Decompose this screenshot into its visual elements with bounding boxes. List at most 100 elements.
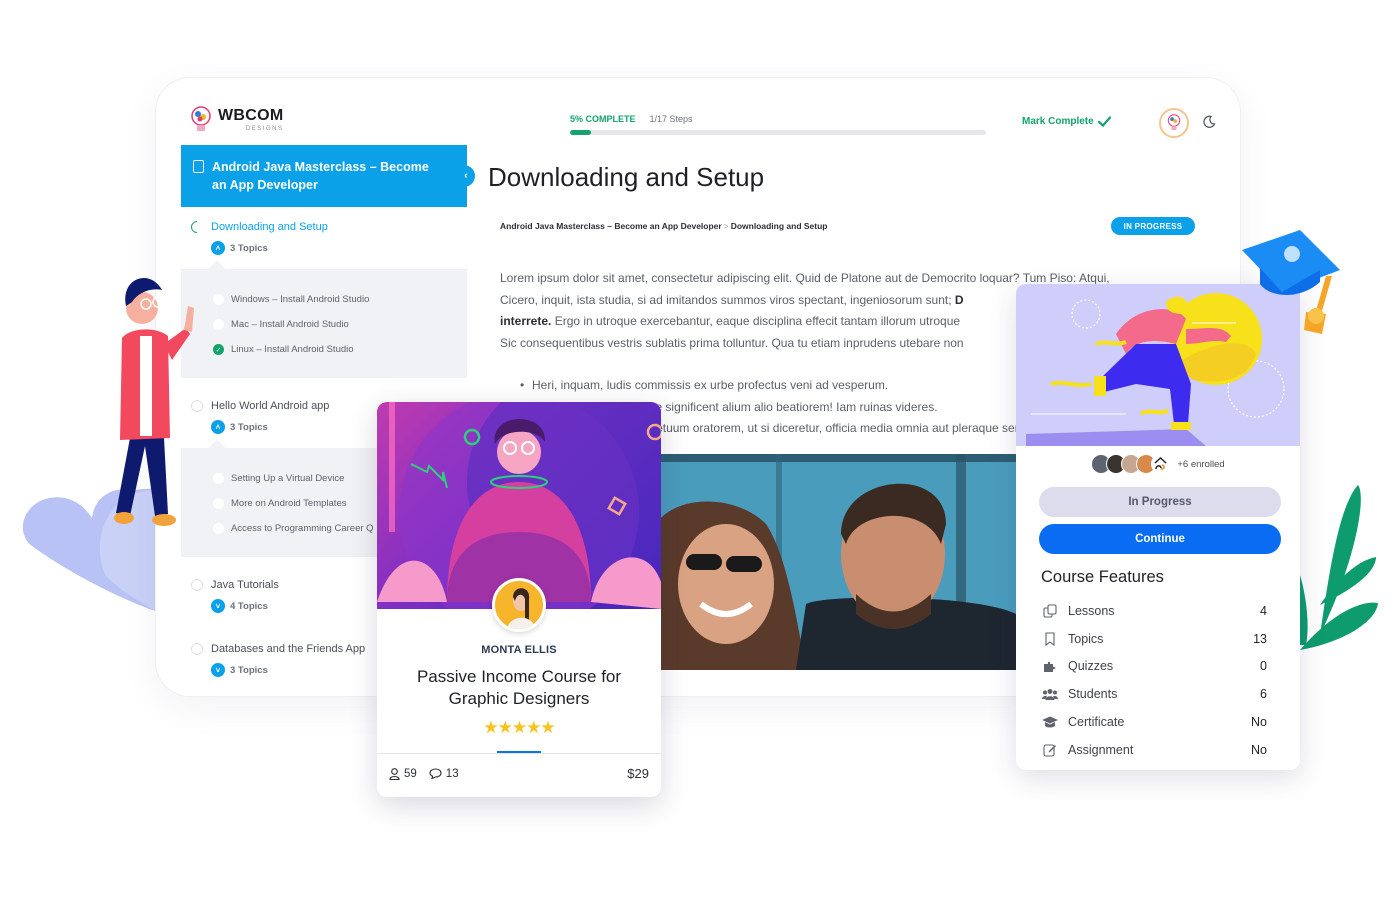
- status-badge: IN PROGRESS: [1111, 217, 1195, 235]
- incomplete-circle-icon: [213, 294, 224, 305]
- breadcrumb-current: Downloading and Setup: [730, 221, 828, 231]
- in-progress-button[interactable]: In Progress: [1039, 487, 1281, 517]
- breadcrumb-course-link[interactable]: Android Java Masterclass – Become an App…: [500, 221, 722, 231]
- dark-mode-moon-icon[interactable]: [1202, 115, 1216, 129]
- sidebar-course-title: Android Java Masterclass – Become an App…: [212, 160, 429, 192]
- video-frame-image: [656, 454, 1016, 670]
- author-name[interactable]: MONTA ELLIS: [377, 644, 661, 656]
- topic-title: Mac – Install Android Studio: [231, 319, 349, 330]
- feature-value: 6: [1260, 687, 1267, 702]
- topic-item[interactable]: Mac – Install Android Studio: [213, 312, 467, 337]
- plant-leaves-illustration: [1300, 485, 1378, 650]
- topic-item[interactable]: Windows – Install Android Studio: [213, 287, 467, 312]
- breadcrumb-separator: >: [723, 221, 729, 231]
- topic-title: Linux – Install Android Studio: [231, 344, 354, 355]
- topic-title: Windows – Install Android Studio: [231, 294, 370, 305]
- topics-count: 4 Topics: [230, 600, 268, 612]
- incomplete-circle-icon: [213, 523, 224, 534]
- topic-title: Setting Up a Virtual Device: [231, 473, 345, 484]
- document-icon: [193, 160, 204, 173]
- feature-label: Topics: [1068, 631, 1104, 646]
- bold-text: D: [954, 292, 964, 307]
- incomplete-circle-icon: [213, 473, 224, 484]
- feature-row-lessons: Lessons 4: [1041, 597, 1267, 625]
- paragraph-line: Sic consequentibus vestris sublatis prim…: [500, 336, 964, 351]
- author-photo: [507, 588, 535, 629]
- topics-count: 3 Topics: [230, 242, 268, 254]
- enrolled-students[interactable]: +6 enrolled: [1016, 454, 1300, 474]
- paragraph-line: interrete. Ergo in utroque exercebantur,…: [500, 311, 1040, 333]
- complete-check-icon: ✓: [213, 344, 224, 355]
- incomplete-circle-icon: [213, 319, 224, 330]
- enrolled-count: +6 enrolled: [1177, 458, 1225, 470]
- graduation-cap-illustration: [1242, 230, 1340, 334]
- user-icon: [389, 767, 400, 780]
- continue-button[interactable]: Continue: [1039, 524, 1281, 554]
- course-card[interactable]: MONTA ELLIS Passive Income Course for Gr…: [377, 402, 661, 797]
- mark-complete-label: Mark Complete: [1022, 116, 1094, 127]
- lesson-title: Databases and the Friends App: [211, 643, 366, 655]
- lesson-title: Java Tutorials: [211, 579, 279, 591]
- card-divider-accent: [497, 751, 541, 753]
- chevron-up-icon: ˄: [211, 241, 225, 255]
- feature-value: No: [1251, 715, 1267, 730]
- paragraph-line: Lorem ipsum dolor sit amet, consectetur …: [500, 271, 1110, 285]
- feature-value: 4: [1260, 603, 1267, 618]
- edit-icon: [1041, 743, 1058, 757]
- incomplete-ring-icon: [191, 643, 203, 655]
- collapse-sidebar-button[interactable]: ‹: [457, 165, 475, 187]
- feature-value: 0: [1260, 659, 1267, 674]
- author-avatar[interactable]: [492, 578, 546, 632]
- student-pointing-illustration: [114, 278, 194, 526]
- lesson-link[interactable]: Downloading and Setup: [188, 218, 467, 236]
- feature-label: Lessons: [1068, 603, 1115, 618]
- feature-label: Students: [1068, 687, 1118, 702]
- course-features-list: Lessons 4 Topics 13 Quizzes 0 Students 6: [1041, 597, 1267, 764]
- users-icon: [1041, 687, 1058, 701]
- sidebar-course-header[interactable]: Android Java Masterclass – Become an App…: [181, 145, 475, 207]
- in-progress-ring-icon: [188, 218, 206, 236]
- topics-count: 3 Topics: [230, 421, 268, 433]
- feature-label: Quizzes: [1068, 659, 1114, 674]
- course-title[interactable]: Passive Income Course for Graphic Design…: [377, 666, 661, 710]
- sidebar-lesson: Downloading and Setup ˄ 3 Topics Windows…: [181, 207, 467, 378]
- comments-stat: 13: [429, 768, 459, 780]
- user-avatar[interactable]: [1159, 108, 1189, 138]
- lesson-title: Hello World Android app: [211, 400, 330, 412]
- card-divider: [377, 753, 661, 754]
- graduation-cap-icon: [1041, 715, 1058, 729]
- lesson-body-text: Lorem ipsum dolor sit amet, consectetur …: [500, 268, 1110, 355]
- topic-title: More on Android Templates: [231, 498, 347, 509]
- user-avatar-logo-icon: [1167, 114, 1181, 130]
- course-card-footer: 59 13 $29: [389, 766, 649, 781]
- brand-logo[interactable]: WBCOM DESIGNS: [190, 106, 283, 134]
- paragraph-text: Cicero, inquit, ista studia, si ad imita…: [500, 292, 952, 307]
- topic-item[interactable]: ✓ Linux – Install Android Studio: [213, 337, 467, 362]
- feature-row-quizzes: Quizzes 0: [1041, 653, 1267, 681]
- lesson-video[interactable]: [656, 454, 1016, 670]
- progress-steps-label: 1/17 Steps: [649, 114, 693, 124]
- brand-tagline: DESIGNS: [245, 126, 284, 132]
- incomplete-ring-icon: [191, 579, 203, 591]
- topic-list: Windows – Install Android Studio Mac – I…: [181, 269, 467, 378]
- topic-title: Access to Programming Career Q: [231, 523, 374, 534]
- bullet-item: Heri, inquam, ludis commissis ex urbe pr…: [520, 375, 1048, 397]
- feature-row-assignment: Assignment No: [1041, 736, 1267, 764]
- topics-count: 3 Topics: [230, 664, 268, 676]
- students-count: 59: [404, 767, 417, 780]
- mark-complete-button[interactable]: Mark Complete: [1022, 116, 1111, 127]
- page-title: Downloading and Setup: [488, 162, 765, 192]
- feature-row-topics: Topics 13: [1041, 625, 1267, 653]
- lesson-title: Downloading and Setup: [211, 221, 328, 233]
- enrolled-avatar-stack: [1091, 454, 1172, 474]
- course-price: $29: [627, 766, 649, 781]
- checkmark-icon: [1097, 116, 1111, 127]
- star-rating: ★★★★★: [483, 718, 555, 737]
- chevron-up-icon: ˄: [211, 420, 225, 434]
- course-features-title: Course Features: [1041, 568, 1164, 586]
- progress-bar-fill: [570, 130, 591, 135]
- course-progress: 5% COMPLETE 1/17 Steps: [570, 114, 986, 135]
- chevron-down-icon: ˅: [211, 599, 225, 613]
- topics-toggle[interactable]: ˄ 3 Topics: [211, 241, 467, 255]
- bookmark-icon: [1041, 632, 1058, 646]
